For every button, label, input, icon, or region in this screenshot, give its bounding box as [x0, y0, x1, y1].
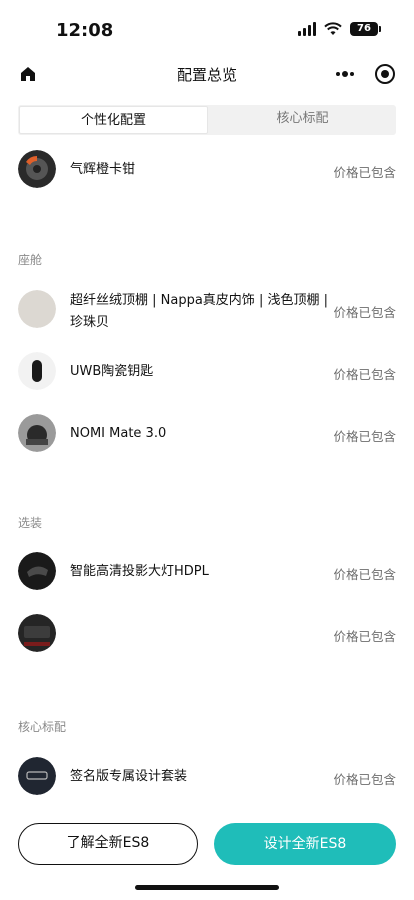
home-indicator [135, 885, 279, 890]
section-title: 选装 [18, 516, 43, 530]
headliner-thumbnail [18, 290, 56, 328]
item-name: UWB陶瓷钥匙 [70, 364, 154, 379]
item-price: 价格已包含 [333, 305, 396, 320]
headlight-thumbnail [18, 552, 56, 590]
status-bar: 12:08 76 [0, 0, 414, 56]
tab-bar: 个性化配置 核心标配 [18, 105, 396, 135]
list-item[interactable]: 超纤丝绒顶棚 | Nappa真皮内饰 | 浅色顶棚 | 珍珠贝 价格已包含 [18, 290, 396, 334]
design-es8-button[interactable]: 设计全新ES8 [214, 823, 396, 865]
list-item[interactable]: UWB陶瓷钥匙 价格已包含 [18, 352, 396, 392]
battery-icon: 76 [350, 22, 381, 36]
wifi-icon [324, 22, 342, 35]
nav-bar: 配置总览 [0, 56, 414, 92]
list-item[interactable]: 签名版专属设计套装 价格已包含 [18, 757, 396, 797]
list-item[interactable]: 气辉橙卡钳 价格已包含 [18, 150, 396, 190]
item-name: NOMI Mate 3.0 [70, 426, 167, 441]
signature-kit-thumbnail [18, 757, 56, 795]
more-icon[interactable] [334, 64, 356, 84]
item-price: 价格已包含 [333, 772, 396, 787]
status-time: 12:08 [56, 20, 114, 41]
tab-personalized[interactable]: 个性化配置 [19, 106, 208, 134]
list-item[interactable]: NOMI Mate 3.0 价格已包含 [18, 414, 396, 454]
option-thumbnail [18, 614, 56, 652]
tab-core-standard[interactable]: 核心标配 [209, 105, 396, 135]
item-name: 智能高清投影大灯HDPL [70, 564, 209, 579]
item-price: 价格已包含 [333, 367, 396, 382]
item-name: 气辉橙卡钳 [70, 162, 136, 177]
item-price: 价格已包含 [333, 165, 396, 180]
caliper-thumbnail [18, 150, 56, 188]
list-item[interactable]: 智能高清投影大灯HDPL 价格已包含 [18, 552, 396, 592]
section-title: 核心标配 [18, 720, 67, 734]
nomi-thumbnail [18, 414, 56, 452]
cellular-signal-icon [298, 22, 316, 36]
item-name: 超纤丝绒顶棚 | Nappa真皮内饰 | 浅色顶棚 | 珍珠贝 [70, 293, 328, 330]
item-price: 价格已包含 [333, 567, 396, 582]
status-icons: 76 [298, 22, 381, 36]
item-name: 签名版专属设计套装 [70, 769, 188, 784]
key-thumbnail [18, 352, 56, 390]
learn-es8-button[interactable]: 了解全新ES8 [18, 823, 198, 865]
item-price: 价格已包含 [333, 429, 396, 444]
section-title: 座舱 [18, 253, 43, 267]
list-item[interactable]: 价格已包含 [18, 614, 396, 654]
close-miniprogram-icon[interactable] [374, 63, 396, 85]
item-price: 价格已包含 [333, 629, 396, 644]
